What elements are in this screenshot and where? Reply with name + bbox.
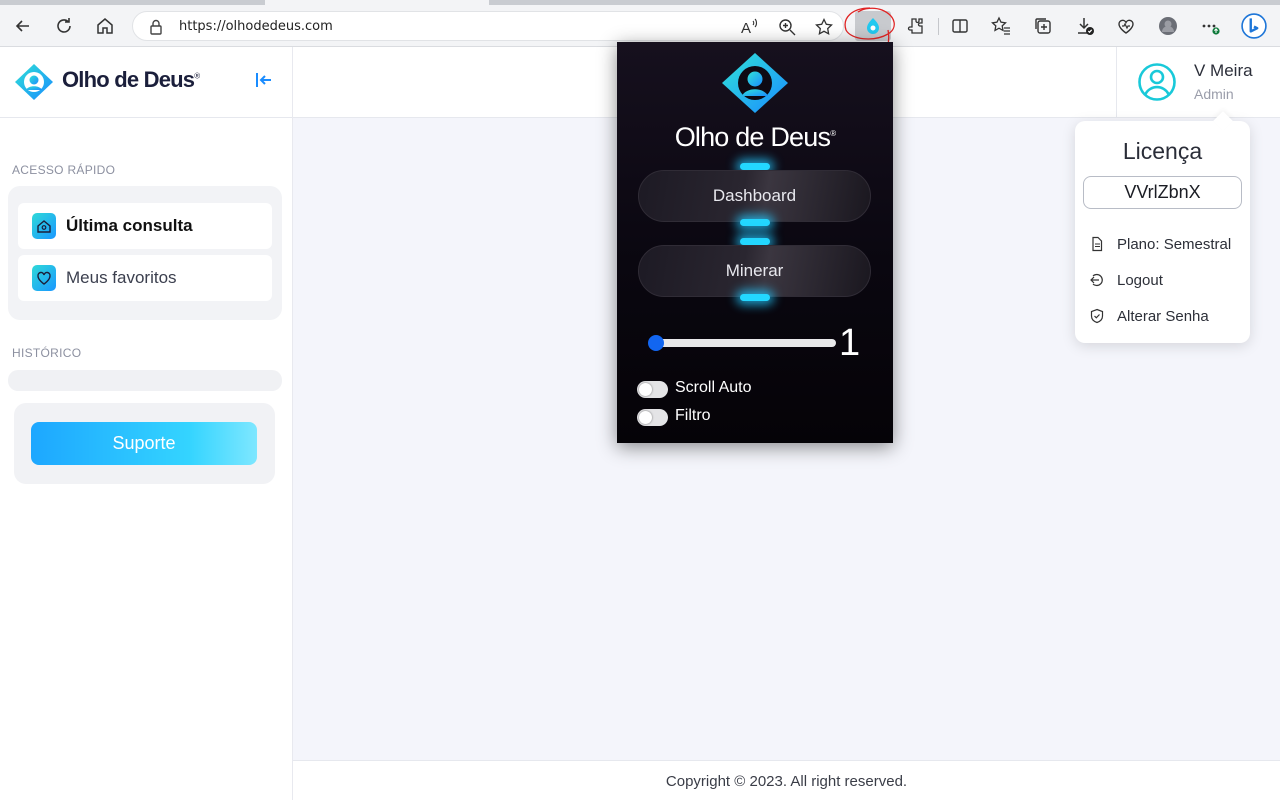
sidebar: Olho de Deus® ACESSO RÁPIDO Última consu… <box>0 47 293 800</box>
lock-icon[interactable] <box>147 18 165 36</box>
extensions-puzzle-icon[interactable] <box>899 10 931 42</box>
olho-de-deus-popup-logo-icon <box>719 51 791 115</box>
downloads-icon[interactable] <box>1069 10 1101 42</box>
home-icon[interactable] <box>89 10 121 42</box>
dashboard-button[interactable]: Dashboard <box>638 170 871 222</box>
split-screen-icon[interactable] <box>944 10 976 42</box>
filtro-toggle[interactable] <box>637 409 668 426</box>
favorite-star-icon[interactable] <box>813 16 835 38</box>
scroll-auto-label: Scroll Auto <box>675 379 751 397</box>
home-icon <box>32 213 56 239</box>
browser-essentials-icon[interactable] <box>1110 10 1142 42</box>
quick-access-panel: Última consulta Meus favoritos <box>8 186 282 320</box>
quick-item-ultima-consulta[interactable]: Última consulta <box>18 203 272 249</box>
popup-registered-mark: ® <box>830 129 835 138</box>
scroll-auto-toggle[interactable] <box>637 381 668 398</box>
toolbar-divider <box>938 18 939 35</box>
glow-indicator <box>740 163 770 170</box>
user-name[interactable]: V Meira <box>1194 61 1253 81</box>
user-avatar-icon[interactable] <box>1137 62 1177 102</box>
zoom-icon[interactable] <box>776 16 798 38</box>
user-role: Admin <box>1194 86 1234 102</box>
favorites-icon[interactable] <box>985 10 1017 42</box>
shield-icon <box>1089 308 1105 324</box>
olho-de-deus-extension-icon[interactable] <box>855 11 891 41</box>
plan-label: Plano: Semestral <box>1117 236 1231 253</box>
url-text[interactable]: https://olhodedeus.com <box>179 19 333 34</box>
refresh-icon[interactable] <box>48 10 80 42</box>
glow-indicator <box>740 238 770 245</box>
user-menu[interactable]: V Meira Admin <box>1116 47 1280 118</box>
change-password-label: Alterar Senha <box>1117 308 1209 325</box>
registered-mark: ® <box>194 72 199 81</box>
more-options-icon[interactable] <box>1194 10 1226 42</box>
history-list-placeholder <box>8 370 282 391</box>
plan-item[interactable]: Plano: Semestral <box>1089 233 1231 255</box>
support-button[interactable]: Suporte <box>31 422 257 465</box>
bing-copilot-icon[interactable] <box>1238 10 1270 42</box>
sidebar-header: Olho de Deus® <box>0 47 292 118</box>
logout-label: Logout <box>1117 272 1163 289</box>
popup-brand: Olho de Deus® <box>617 122 893 153</box>
quick-item-label: Última consulta <box>66 216 193 236</box>
footer: Copyright © 2023. All right reserved. <box>293 760 1280 800</box>
license-dropdown: Licença VVrlZbnX Plano: Semestral Logout… <box>1075 121 1250 343</box>
logout-item[interactable]: Logout <box>1089 269 1163 291</box>
profile-avatar-icon[interactable] <box>1152 10 1184 42</box>
read-aloud-icon[interactable]: A <box>739 16 761 38</box>
logout-icon <box>1089 272 1105 288</box>
copyright-text: Copyright © 2023. All right reserved. <box>293 773 1280 790</box>
olho-de-deus-logo-icon[interactable] <box>12 63 56 101</box>
minerar-button[interactable]: Minerar <box>638 245 871 297</box>
popup-brand-text: Olho de Deus <box>675 122 831 152</box>
slider-track[interactable] <box>654 339 836 347</box>
change-password-item[interactable]: Alterar Senha <box>1089 305 1209 327</box>
collections-icon[interactable] <box>1027 10 1059 42</box>
document-icon <box>1089 236 1105 252</box>
quick-item-label: Meus favoritos <box>66 268 177 288</box>
glow-indicator <box>740 294 770 301</box>
brand-text: Olho de Deus <box>62 67 194 92</box>
slider-value: 1 <box>839 322 860 365</box>
quick-access-label: ACESSO RÁPIDO <box>12 163 115 177</box>
browser-toolbar: https://olhodedeus.com A <box>0 5 1280 47</box>
collapse-sidebar-icon[interactable] <box>254 70 274 90</box>
history-label: HISTÓRICO <box>12 346 81 360</box>
slider-thumb[interactable] <box>648 335 664 351</box>
quick-item-meus-favoritos[interactable]: Meus favoritos <box>18 255 272 301</box>
address-bar[interactable]: https://olhodedeus.com A <box>132 11 844 41</box>
license-key[interactable]: VVrlZbnX <box>1083 176 1242 209</box>
brand-name[interactable]: Olho de Deus® <box>62 67 199 93</box>
svg-text:A: A <box>741 20 751 36</box>
license-title: Licença <box>1075 138 1250 165</box>
back-icon[interactable] <box>7 10 39 42</box>
support-panel: Suporte <box>14 403 275 484</box>
filtro-label: Filtro <box>675 407 711 425</box>
glow-indicator <box>740 219 770 226</box>
heart-icon <box>32 265 56 291</box>
extension-popup: Olho de Deus® Dashboard Minerar 1 Scroll… <box>617 42 893 443</box>
